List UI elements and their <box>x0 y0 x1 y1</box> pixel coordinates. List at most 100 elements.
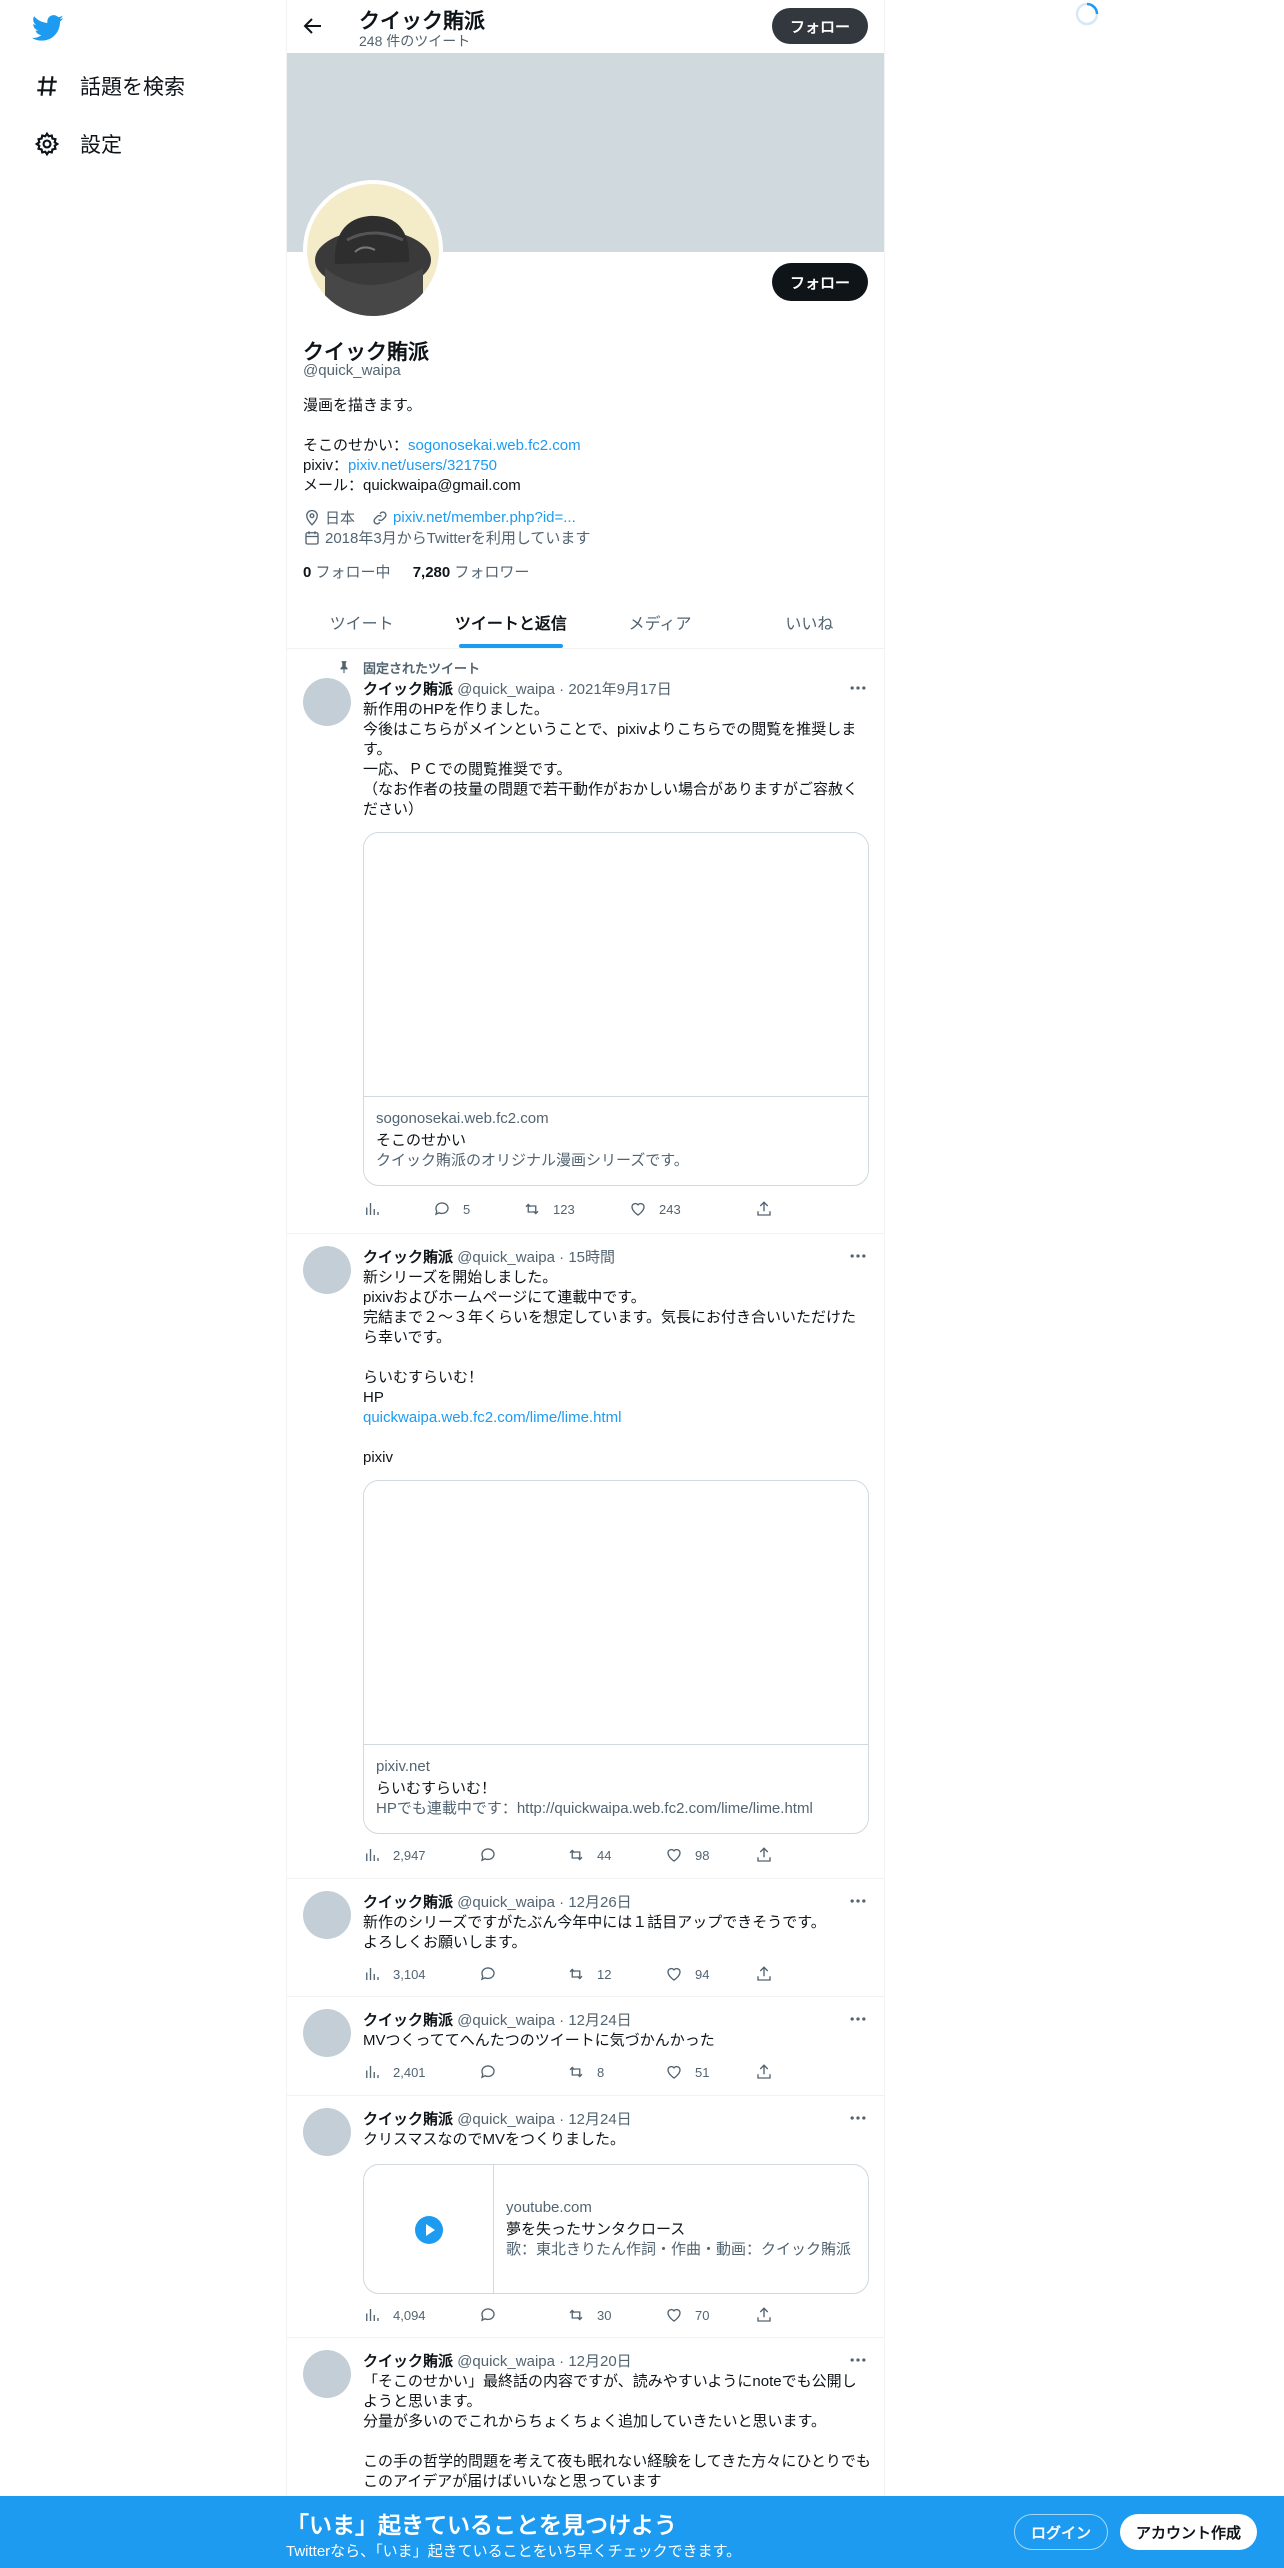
twitter-bird-icon[interactable] <box>32 12 64 44</box>
like-button[interactable]: 98 <box>665 1846 709 1864</box>
more-options-icon[interactable] <box>848 2108 868 2128</box>
tab-likes[interactable]: いいね <box>735 596 884 648</box>
more-options-icon[interactable] <box>848 1891 868 1911</box>
video-thumbnail[interactable] <box>364 2165 494 2293</box>
profile-header-bar: クイック賄派 248 件のツイート フォロー <box>287 0 884 53</box>
retweet-count: 123 <box>553 1201 575 1217</box>
pin-icon <box>340 661 348 674</box>
reply-button[interactable]: 5 <box>433 1200 470 1218</box>
followers-link[interactable]: 7,280 フォロワー <box>413 564 530 581</box>
bio-line: 漫画を描きます。 <box>303 397 422 414</box>
more-options-icon[interactable] <box>848 2009 868 2029</box>
nav-settings-label: 設定 <box>80 134 122 157</box>
tweet-avatar[interactable] <box>303 1246 351 1294</box>
views-button[interactable]: 2,401 <box>363 2063 426 2081</box>
retweet-button[interactable]: 123 <box>523 1200 575 1218</box>
tweet-item[interactable]: クイック賄派 @quick_waipa · 12月26日 新作のシリーズですがた… <box>287 1879 884 1997</box>
tweet-avatar[interactable] <box>303 2108 351 2156</box>
views-button[interactable] <box>363 1200 393 1218</box>
views-button[interactable]: 2,947 <box>363 1846 426 1864</box>
reply-button[interactable] <box>479 2306 509 2324</box>
tweet-dot: · <box>559 1249 565 1266</box>
share-button[interactable] <box>755 1846 785 1864</box>
following-link[interactable]: 0 フォロー中 <box>303 564 391 581</box>
like-button[interactable]: 70 <box>665 2306 709 2324</box>
nav-explore[interactable]: 話題を検索 <box>34 66 185 106</box>
following-label: フォロー中 <box>315 564 391 581</box>
login-button[interactable]: ログイン <box>1014 2514 1109 2550</box>
tab-media[interactable]: メディア <box>586 596 735 648</box>
tweet-time[interactable]: 15時間 <box>568 1249 615 1266</box>
tweet-author-name[interactable]: クイック賄派 <box>363 1249 453 1266</box>
tab-tweets-replies[interactable]: ツイートと返信 <box>436 596 585 648</box>
share-button[interactable] <box>755 2306 785 2324</box>
tweet-author-name[interactable]: クイック賄派 <box>363 681 453 698</box>
tweet-avatar[interactable] <box>303 2009 351 2057</box>
retweet-icon <box>569 2309 583 2321</box>
like-button[interactable]: 51 <box>665 2063 709 2081</box>
reply-button[interactable] <box>479 1846 509 1864</box>
card-title: 夢を失ったサンタクロース <box>506 2221 686 2238</box>
tweet-time[interactable]: 12月24日 <box>568 2012 631 2029</box>
more-options-icon[interactable] <box>848 2350 868 2370</box>
tweet-time[interactable]: 2021年9月17日 <box>568 681 671 698</box>
profile-meta-row: 日本 pixiv.net/member.php?id=... <box>303 507 576 528</box>
nav-settings[interactable]: 設定 <box>34 124 122 164</box>
tweet-item[interactable]: クイック賄派 @quick_waipa · 12月24日 MVつくっててへんたつ… <box>287 1997 884 2096</box>
tweet-link[interactable]: quickwaipa.web.fc2.com/lime/lime.html <box>363 1408 871 1428</box>
retweet-button[interactable]: 8 <box>567 2063 604 2081</box>
video-card[interactable]: youtube.com 夢を失ったサンタクロース 歌：東北きりたん作詞・作曲・動… <box>363 2164 869 2294</box>
retweet-button[interactable]: 12 <box>567 1965 611 1983</box>
bio-pixiv-line: pixiv：pixiv.net/users/321750 <box>303 456 497 476</box>
reply-button[interactable] <box>479 1965 509 1983</box>
share-button[interactable] <box>755 1965 785 1983</box>
views-button[interactable]: 4,094 <box>363 2306 426 2324</box>
play-icon[interactable] <box>414 2215 444 2245</box>
reply-icon <box>480 2308 495 2322</box>
tweet-avatar[interactable] <box>303 2350 351 2398</box>
share-icon <box>757 1201 771 1216</box>
more-options-icon[interactable] <box>848 678 868 698</box>
bio-pixiv-link[interactable]: pixiv.net/users/321750 <box>348 457 497 474</box>
bio-site-link[interactable]: sogonosekai.web.fc2.com <box>408 437 581 454</box>
tweet-avatar[interactable] <box>303 678 351 726</box>
tweet-author-name[interactable]: クイック賄派 <box>363 1894 453 1911</box>
profile-location: 日本 <box>325 510 356 527</box>
heart-icon <box>667 2065 681 2079</box>
profile-url[interactable]: pixiv.net/member.php?id=... <box>393 509 576 526</box>
card-body: sogonosekai.web.fc2.com そこのせかい クイック賄派のオリ… <box>364 1097 868 1183</box>
tweet-time[interactable]: 12月20日 <box>568 2353 631 2370</box>
profile-follow-button[interactable]: フォロー <box>771 263 868 301</box>
tweet-item[interactable]: クイック賄派 @quick_waipa · 12月24日 クリスマスなのでMVを… <box>287 2096 884 2338</box>
tab-tweets[interactable]: ツイート <box>287 596 436 648</box>
header-follow-button[interactable]: フォロー <box>771 8 868 44</box>
video-info: youtube.com 夢を失ったサンタクロース 歌：東北きりたん作詞・作曲・動… <box>494 2165 863 2293</box>
tweet-avatar[interactable] <box>303 1891 351 1939</box>
profile-tabs: ツイート ツイートと返信 メディア いいね <box>287 596 884 649</box>
tweet-time[interactable]: 12月24日 <box>568 2111 631 2128</box>
tweet-author-name[interactable]: クイック賄派 <box>363 2012 453 2029</box>
retweet-button[interactable]: 30 <box>567 2306 611 2324</box>
share-button[interactable] <box>755 1200 785 1218</box>
tweet-author-name[interactable]: クイック賄派 <box>363 2111 453 2128</box>
more-options-icon[interactable] <box>848 1246 868 1266</box>
tweet-time[interactable]: 12月26日 <box>568 1894 631 1911</box>
tweet-item[interactable]: クイック賄派 @quick_waipa · 12月20日 「そこのせかい」最終話… <box>287 2338 884 2496</box>
share-button[interactable] <box>755 2063 785 2081</box>
bio-mail-line: メール：quickwaipa@gmail.com <box>303 477 521 494</box>
tweet-author-name[interactable]: クイック賄派 <box>363 2353 453 2370</box>
signup-button[interactable]: アカウント作成 <box>1120 2514 1258 2550</box>
retweet-button[interactable]: 44 <box>567 1846 611 1864</box>
reply-button[interactable] <box>479 2063 509 2081</box>
tweet-text: 新シリーズを開始しました。 pixivおよびホームページにて連載中です。 完結ま… <box>363 1269 857 1406</box>
link-card[interactable]: pixiv.net らいむすらいむ！ HPでも連載中です：http://quic… <box>363 1480 869 1834</box>
back-arrow-icon[interactable] <box>301 14 325 38</box>
profile-avatar[interactable] <box>303 180 443 320</box>
tweet-item[interactable]: クイック賄派 @quick_waipa · 15時間 新シリーズを開始しました。… <box>287 1234 884 1879</box>
tweet-item[interactable]: 固定されたツイート クイック賄派 @quick_waipa · 2021年9月1… <box>287 650 884 1234</box>
like-button[interactable]: 243 <box>629 1200 681 1218</box>
like-button[interactable]: 94 <box>665 1965 709 1983</box>
link-card[interactable]: sogonosekai.web.fc2.com そこのせかい クイック賄派のオリ… <box>363 832 869 1186</box>
views-button[interactable]: 3,104 <box>363 1965 426 1983</box>
retweet-count: 12 <box>597 1966 612 1982</box>
